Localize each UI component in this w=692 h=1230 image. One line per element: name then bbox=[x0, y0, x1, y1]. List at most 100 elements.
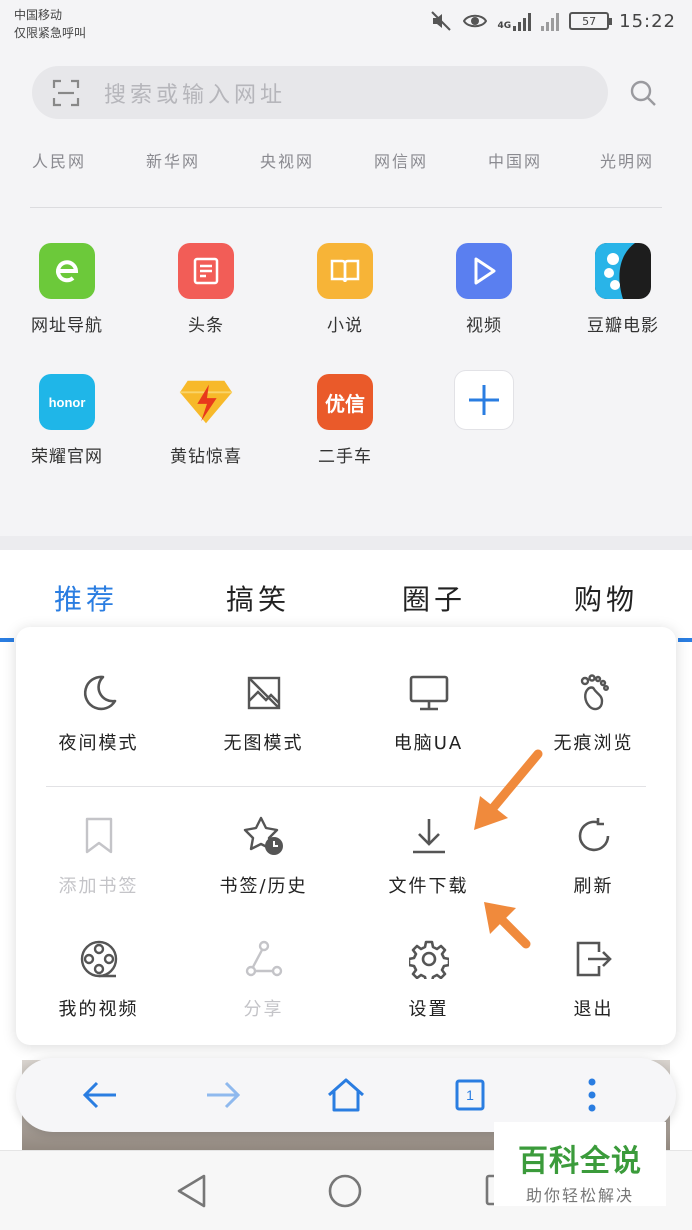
search-bar[interactable]: 搜索或输入网址 bbox=[32, 66, 608, 119]
menu-item-bookmarks-history[interactable]: 书签/历史 bbox=[181, 814, 346, 898]
cellular-signal-icon: 4G bbox=[497, 11, 532, 31]
quicklink[interactable]: 央视网 bbox=[260, 148, 314, 172]
quicklink[interactable]: 新华网 bbox=[146, 148, 200, 172]
menu-item-exit[interactable]: 退出 bbox=[511, 937, 676, 1021]
menu-item-my-videos[interactable]: 我的视频 bbox=[16, 937, 181, 1021]
watermark-subtitle: 助你轻松解决 bbox=[525, 1186, 634, 1205]
footprint-icon bbox=[572, 671, 616, 715]
bookmark-icon bbox=[77, 814, 121, 858]
star-clock-icon bbox=[242, 814, 286, 858]
back-button[interactable] bbox=[80, 1075, 120, 1115]
browser-toolbar: 1 bbox=[16, 1058, 676, 1132]
search-icon[interactable] bbox=[628, 78, 658, 108]
divider bbox=[30, 207, 662, 208]
app-shortcut-honor[interactable]: honor 荣耀官网 bbox=[7, 374, 127, 467]
share-icon bbox=[242, 937, 286, 981]
search-input[interactable]: 搜索或输入网址 bbox=[104, 77, 286, 109]
tab-circle[interactable]: 圈子 bbox=[402, 578, 466, 618]
moon-icon bbox=[77, 671, 121, 715]
refresh-icon bbox=[572, 814, 616, 858]
book-icon bbox=[317, 243, 373, 299]
status-bar: 中国移动 仅限紧急呼叫 4G 57 15:22 bbox=[0, 0, 692, 52]
watermark-title: 百科全说 bbox=[518, 1144, 642, 1179]
app-label: 小说 bbox=[327, 316, 363, 336]
gear-icon bbox=[407, 937, 451, 981]
app-label: 网址导航 bbox=[31, 316, 103, 336]
app-shortcut-nav[interactable]: 网址导航 bbox=[7, 243, 127, 336]
youxin-logo-text: 优信 bbox=[325, 391, 365, 416]
download-icon bbox=[407, 814, 451, 858]
diamond-icon bbox=[178, 374, 234, 430]
car-icon: 优信 bbox=[317, 374, 373, 430]
annotation-arrow-icon bbox=[474, 749, 543, 830]
app-label: 豆瓣电影 bbox=[587, 316, 659, 336]
exit-icon bbox=[572, 937, 616, 981]
tab-recommend[interactable]: 推荐 bbox=[54, 578, 118, 618]
app-shortcut-video[interactable]: 视频 bbox=[424, 243, 544, 336]
menu-item-share[interactable]: 分享 bbox=[181, 937, 346, 1021]
app-shortcut-novel[interactable]: 小说 bbox=[285, 243, 405, 336]
tab-shopping[interactable]: 购物 bbox=[574, 578, 638, 618]
honor-icon: honor bbox=[39, 374, 95, 430]
browser-menu-panel: 夜间模式 无图模式 电脑UA 无痕浏览 添加书签 书签/历史 文件下载 刷新 我… bbox=[16, 627, 676, 1045]
nav-back-button[interactable] bbox=[174, 1173, 214, 1213]
desktop-icon bbox=[407, 671, 451, 715]
menu-item-label: 刷新 bbox=[573, 876, 614, 897]
menu-item-no-image-mode[interactable]: 无图模式 bbox=[181, 671, 346, 755]
app-shortcut-used-car[interactable]: 优信 二手车 bbox=[285, 374, 405, 467]
menu-item-label: 设置 bbox=[408, 999, 449, 1020]
app-shortcut-yellow-diamond[interactable]: 黄钻惊喜 bbox=[146, 374, 266, 467]
nav-home-button[interactable] bbox=[327, 1173, 367, 1213]
network-type: 4G bbox=[497, 21, 512, 31]
menu-item-add-bookmark[interactable]: 添加书签 bbox=[16, 814, 181, 898]
carrier-info: 中国移动 仅限紧急呼叫 bbox=[14, 6, 86, 42]
app-label: 头条 bbox=[188, 316, 224, 336]
menu-item-label: 我的视频 bbox=[58, 999, 139, 1020]
home-button[interactable] bbox=[326, 1075, 366, 1115]
menu-item-night-mode[interactable]: 夜间模式 bbox=[16, 671, 181, 755]
menu-item-label: 文件下载 bbox=[388, 876, 469, 897]
battery-indicator: 57 bbox=[569, 12, 613, 30]
clock: 15:22 bbox=[619, 10, 676, 32]
menu-item-label: 分享 bbox=[243, 999, 284, 1020]
app-label: 黄钻惊喜 bbox=[170, 447, 242, 467]
quicklink[interactable]: 光明网 bbox=[600, 148, 654, 172]
scan-icon[interactable] bbox=[52, 79, 80, 107]
tab-indicator bbox=[0, 638, 14, 642]
add-icon bbox=[454, 370, 514, 430]
menu-item-label: 书签/历史 bbox=[219, 876, 308, 897]
forward-button[interactable] bbox=[203, 1075, 243, 1115]
app-shortcut-douban-movie[interactable]: 豆瓣电影 bbox=[563, 243, 683, 336]
tabs-button[interactable]: 1 bbox=[450, 1075, 490, 1115]
menu-divider bbox=[46, 786, 646, 787]
battery-level: 57 bbox=[582, 14, 597, 28]
tab-funny[interactable]: 搞笑 bbox=[226, 578, 290, 618]
signal-no-sim-icon bbox=[541, 11, 560, 31]
play-icon bbox=[456, 243, 512, 299]
app-label: 二手车 bbox=[318, 447, 372, 467]
menu-item-label: 添加书签 bbox=[58, 876, 139, 897]
menu-item-label: 夜间模式 bbox=[58, 733, 139, 754]
quicklink[interactable]: 网信网 bbox=[374, 148, 428, 172]
menu-item-label: 无图模式 bbox=[223, 733, 304, 754]
carrier-name: 中国移动 bbox=[14, 8, 63, 22]
more-menu-button[interactable] bbox=[572, 1075, 612, 1115]
add-shortcut-button[interactable] bbox=[424, 370, 544, 430]
quicklink[interactable]: 人民网 bbox=[32, 148, 86, 172]
emergency-only-text: 仅限紧急呼叫 bbox=[14, 26, 87, 40]
eye-icon bbox=[463, 10, 488, 32]
mute-icon bbox=[429, 10, 453, 32]
app-shortcut-news[interactable]: 头条 bbox=[146, 243, 266, 336]
menu-item-label: 退出 bbox=[573, 999, 614, 1020]
film-icon bbox=[595, 243, 651, 299]
quicklink[interactable]: 中国网 bbox=[488, 148, 542, 172]
menu-item-desktop-ua[interactable]: 电脑UA bbox=[346, 671, 511, 755]
e-icon bbox=[39, 243, 95, 299]
news-icon bbox=[178, 243, 234, 299]
app-label: 荣耀官网 bbox=[31, 447, 103, 467]
annotation-arrow-icon bbox=[484, 902, 531, 949]
watermark-logo: 百科全说 助你轻松解决 bbox=[494, 1122, 666, 1206]
app-label: 视频 bbox=[466, 316, 502, 336]
menu-item-incognito[interactable]: 无痕浏览 bbox=[511, 671, 676, 755]
honor-logo-text: honor bbox=[48, 394, 86, 410]
